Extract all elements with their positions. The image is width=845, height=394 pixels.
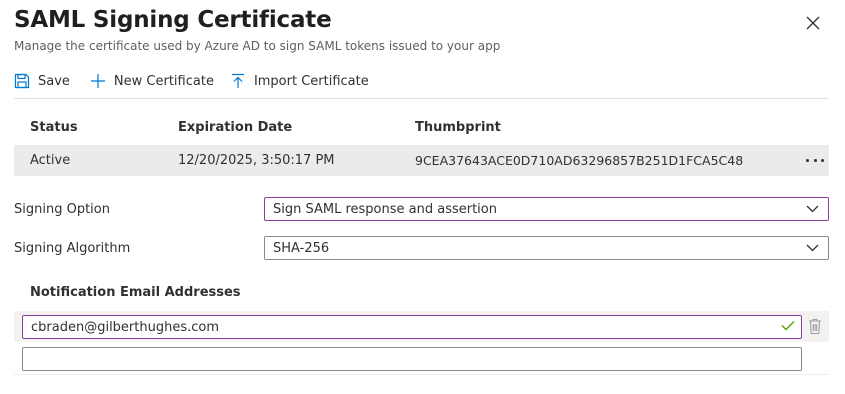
emails-bottom-divider — [14, 374, 829, 375]
notification-emails-title: Notification Email Addresses — [30, 285, 241, 300]
plus-icon — [90, 74, 105, 88]
signing-option-dropdown[interactable]: Sign SAML response and assertion — [264, 197, 829, 221]
checkmark-icon — [781, 321, 795, 331]
save-icon — [14, 73, 30, 89]
more-icon — [806, 158, 809, 162]
certificate-status: Active — [30, 153, 71, 168]
chevron-down-icon — [806, 205, 819, 213]
toolbar-divider — [14, 98, 829, 99]
save-label: Save — [38, 73, 70, 89]
save-button[interactable]: Save — [14, 66, 70, 96]
column-header-status: Status — [30, 120, 78, 135]
upload-icon — [231, 73, 244, 88]
more-options-button[interactable] — [804, 151, 826, 169]
import-certificate-label: Import Certificate — [253, 73, 369, 89]
certificate-expiration: 12/20/2025, 3:50:17 PM — [178, 153, 335, 168]
column-header-thumbprint: Thumbprint — [415, 120, 501, 135]
panel-title: SAML Signing Certificate — [14, 7, 332, 33]
new-email-field[interactable] — [22, 347, 802, 371]
new-certificate-label: New Certificate — [113, 73, 214, 89]
column-header-expiration: Expiration Date — [178, 120, 293, 135]
signing-algorithm-value: SHA-256 — [273, 240, 330, 256]
toolbar: Save New Certificate Import Certificate — [14, 66, 385, 96]
signing-algorithm-dropdown[interactable]: SHA-256 — [264, 236, 829, 260]
close-icon — [806, 16, 820, 30]
chevron-down-icon — [806, 244, 819, 252]
signing-option-value: Sign SAML response and assertion — [273, 201, 497, 217]
import-certificate-button[interactable]: Import Certificate — [230, 66, 369, 96]
close-button[interactable] — [802, 12, 824, 34]
signing-algorithm-label: Signing Algorithm — [14, 241, 131, 256]
trash-icon[interactable] — [808, 318, 822, 335]
new-certificate-button[interactable]: New Certificate — [90, 66, 214, 96]
email-field[interactable] — [22, 315, 802, 339]
signing-option-label: Signing Option — [14, 202, 110, 217]
panel-subtitle: Manage the certificate used by Azure AD … — [14, 39, 501, 53]
certificate-thumbprint: 9CEA37643ACE0D710AD63296857B251D1FCA5C48 — [415, 153, 744, 168]
